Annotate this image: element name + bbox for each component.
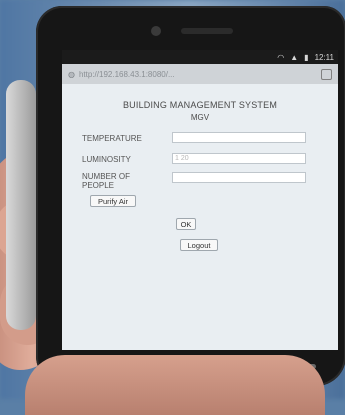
ok-button[interactable]: OK <box>176 218 196 230</box>
signal-icon: ▲ <box>290 52 299 62</box>
wifi-icon: ◠ <box>277 52 285 62</box>
page-subtitle: MGV <box>190 113 210 122</box>
status-bar: ◠ ▲ ▮ 12:11 <box>62 50 338 64</box>
temperature-input[interactable] <box>172 132 306 143</box>
status-time: 12:11 <box>314 52 334 62</box>
logout-button[interactable]: Logout <box>180 239 218 251</box>
people-input[interactable] <box>172 172 306 183</box>
luminosity-label: LUMINOSITY <box>82 155 131 164</box>
purify-air-button[interactable]: Purify Air <box>90 195 136 207</box>
phone-screen: ◠ ▲ ▮ 12:11 ◍ http://192.168.43.1:8080/.… <box>62 50 338 350</box>
page-title: BUILDING MANAGEMENT SYSTEM <box>122 100 278 110</box>
luminosity-input[interactable]: 1 20 <box>172 153 306 164</box>
phone-side-edge <box>6 80 36 330</box>
battery-icon: ▮ <box>304 52 309 62</box>
url-text[interactable]: http://192.168.43.1:8080/... <box>79 70 317 79</box>
earpiece-speaker <box>181 28 233 34</box>
browser-url-bar[interactable]: ◍ http://192.168.43.1:8080/... <box>62 64 338 84</box>
tabs-icon[interactable] <box>321 68 332 80</box>
globe-icon: ◍ <box>68 69 75 79</box>
people-label: NUMBER OF PEOPLE <box>82 172 130 190</box>
temperature-label: TEMPERATURE <box>82 134 142 143</box>
front-camera <box>151 26 161 36</box>
web-page: BUILDING MANAGEMENT SYSTEM MGV TEMPERATU… <box>62 84 338 350</box>
thumb <box>25 355 325 415</box>
